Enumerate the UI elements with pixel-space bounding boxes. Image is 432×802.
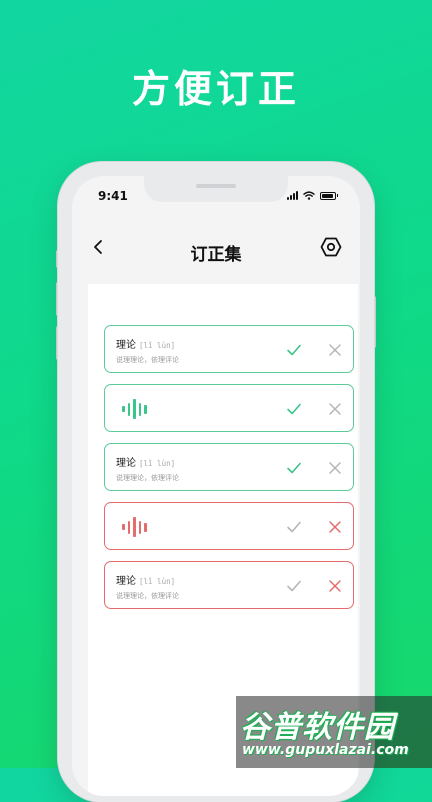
- phone-speaker: [196, 184, 236, 188]
- watermark-url: www.gupuxlazai.com: [242, 742, 409, 758]
- sound-wave-icon[interactable]: [122, 397, 147, 421]
- check-icon[interactable]: [285, 341, 303, 359]
- check-icon[interactable]: [285, 518, 303, 536]
- list-item[interactable]: [104, 384, 354, 432]
- headline: 方便订正: [131, 67, 300, 111]
- status-time: 9:41: [98, 189, 128, 203]
- battery-tip: [336, 194, 338, 197]
- check-icon[interactable]: [285, 577, 303, 595]
- word-line: 理论 [lǐ lùn]: [116, 572, 175, 587]
- word-line: 理论 [lǐ lùn]: [116, 336, 175, 351]
- word-line: 理论 [lǐ lùn]: [116, 454, 175, 469]
- hexagon-settings-icon[interactable]: [320, 236, 342, 258]
- pinyin-text: [lǐ lùn]: [139, 459, 176, 468]
- list-item[interactable]: 理论 [lǐ lùn] 说理理论，依理评论: [104, 561, 354, 609]
- word-text: 理论: [116, 340, 136, 351]
- list-item[interactable]: [104, 502, 354, 550]
- nav-bar: 订正集: [72, 216, 360, 284]
- word-text: 理论: [116, 458, 136, 469]
- pinyin-text: [lǐ lùn]: [139, 577, 176, 586]
- close-icon[interactable]: [327, 460, 343, 476]
- close-icon[interactable]: [327, 519, 343, 535]
- phone-notch: [144, 176, 288, 202]
- check-icon[interactable]: [285, 400, 303, 418]
- status-icons: [286, 191, 338, 200]
- page-title: 订正集: [190, 245, 242, 265]
- list-item[interactable]: 理论 [lǐ lùn] 说理理论，依理评论: [104, 443, 354, 491]
- watermark-logo: 谷普软件园: [240, 710, 395, 745]
- sound-wave-icon[interactable]: [122, 515, 147, 539]
- list-item[interactable]: 理论 [lǐ lùn] 说理理论，依理评论: [104, 325, 354, 373]
- pinyin-text: [lǐ lùn]: [139, 341, 176, 350]
- word-text: 理论: [116, 576, 136, 587]
- wifi-icon: [302, 191, 315, 200]
- close-icon[interactable]: [327, 342, 343, 358]
- check-icon[interactable]: [285, 459, 303, 477]
- close-icon[interactable]: [327, 578, 343, 594]
- definition-text: 说理理论，依理评论: [116, 474, 179, 482]
- close-icon[interactable]: [327, 401, 343, 417]
- battery-icon: [319, 191, 336, 200]
- definition-text: 说理理论，依理评论: [116, 592, 179, 600]
- cellular-signal-icon: [286, 191, 298, 200]
- definition-text: 说理理论，依理评论: [116, 356, 179, 364]
- watermark: 谷普软件园 www.gupuxlazai.com: [236, 696, 432, 768]
